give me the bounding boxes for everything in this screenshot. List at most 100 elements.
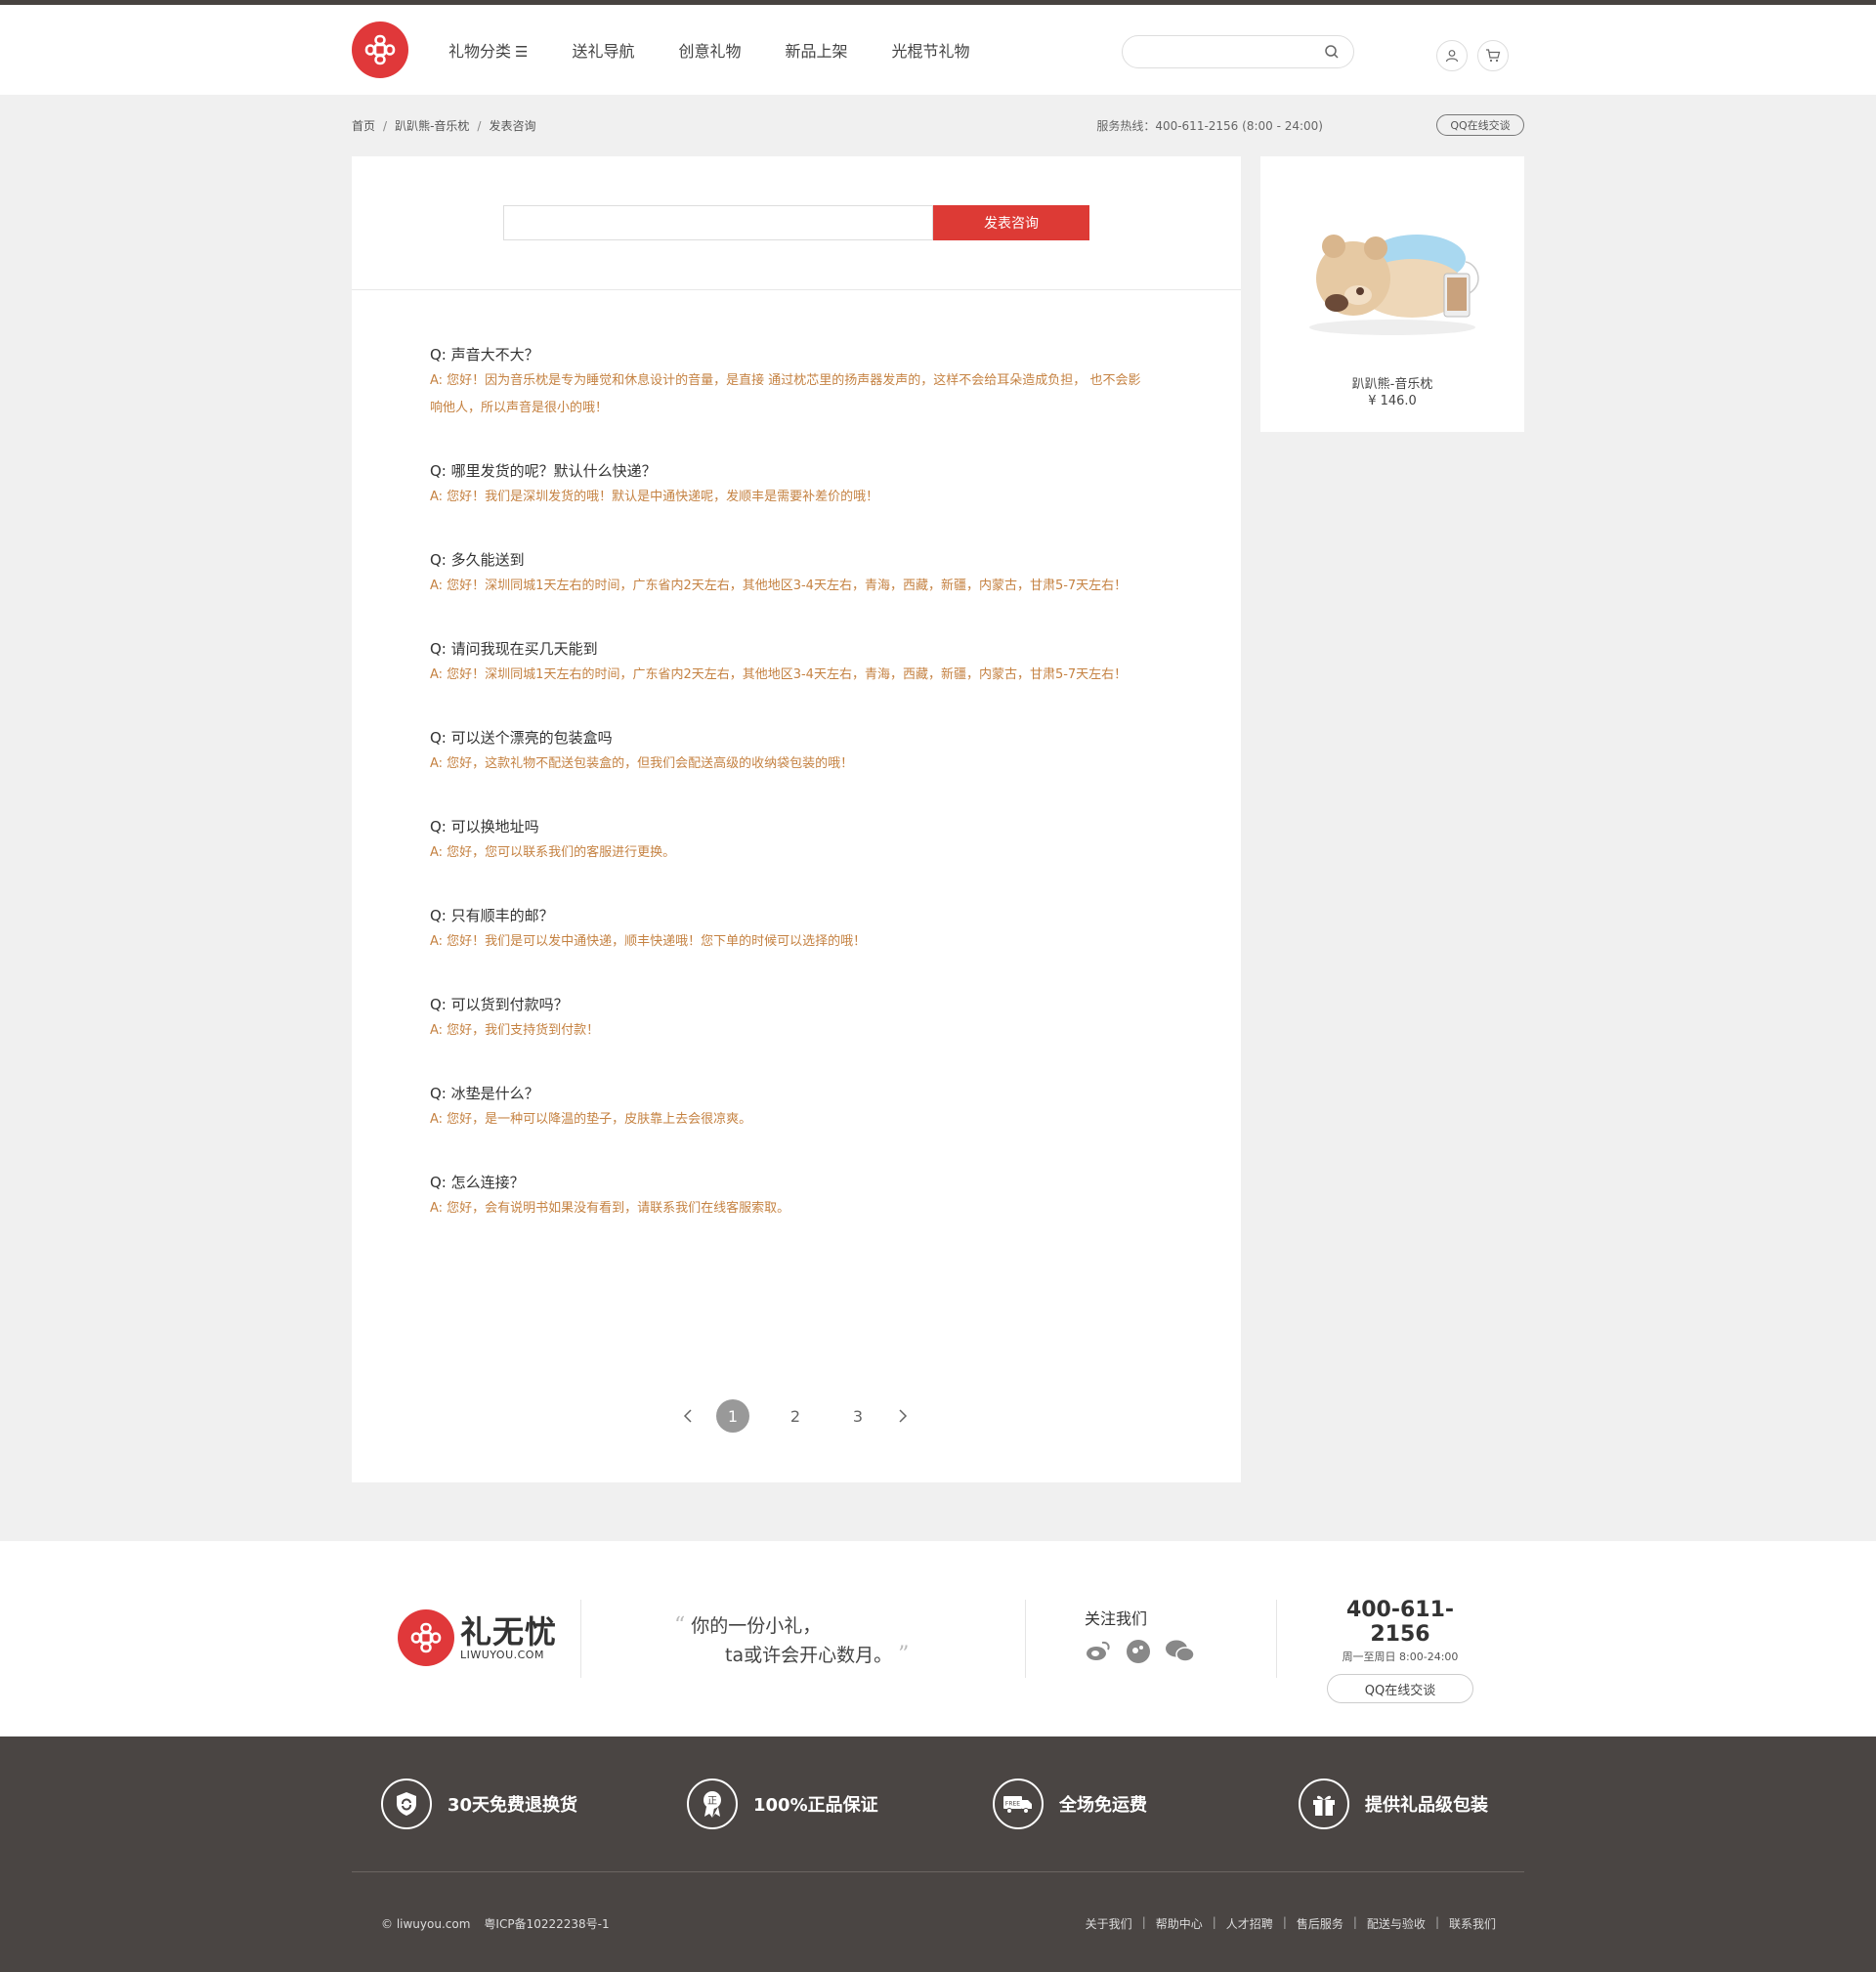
ask-form: 发表咨询 [352, 156, 1241, 290]
nav-creative-gifts[interactable]: 创意礼物 [678, 38, 741, 62]
product-image[interactable] [1300, 205, 1485, 342]
question-text: Q: 只有顺丰的邮？ [430, 907, 554, 924]
guarantee-free-returns: 30天免费退换货 [381, 1779, 577, 1829]
page-1-button[interactable]: 1 [716, 1399, 749, 1433]
qq-icon[interactable] [1126, 1639, 1151, 1668]
question-text: Q: 可以货到付款吗？ [430, 996, 569, 1013]
answer-text: A: 您好！我们是可以发中通快递，顺丰快递哦！您下单的时候可以选择的哦！ [430, 934, 867, 949]
guarantee-authentic: 正 100%正品保证 [687, 1779, 878, 1829]
link-separator: | [1434, 1915, 1439, 1929]
footer-link-help[interactable]: 帮助中心 [1156, 1915, 1203, 1932]
answer-text: A: 您好，会有说明书如果没有看到，请联系我们在线客服索取。 [430, 1201, 790, 1216]
link-separator: | [1352, 1915, 1357, 1929]
wechat-icon[interactable] [1165, 1639, 1196, 1668]
footer-divider [1276, 1600, 1277, 1678]
follow-title: 关注我们 [1085, 1609, 1148, 1628]
footer-links: 关于我们 | 帮助中心 | 人才招聘 | 售后服务 | 配送与验收 | 联系我们 [1086, 1915, 1496, 1932]
shield-icon [381, 1779, 432, 1829]
search-input[interactable] [1136, 36, 1322, 67]
contact-block: 400-611-2156 周一至周日 8:00-24:00 QQ在线交谈 [1327, 1598, 1473, 1703]
copyright-text: © liwuyou.com [381, 1917, 471, 1931]
nav-gift-guide[interactable]: 送礼导航 [572, 38, 634, 62]
search-icon[interactable] [1324, 44, 1340, 64]
answer-text: A: 您好，这款礼物不配送包装盒的，但我们会配送高级的收纳袋包装的哦！ [430, 756, 854, 771]
footer-info: 礼无忧 LIWUYOU.COM “ 你的一份小礼， ta或许会开心数月。 ” 关… [0, 1541, 1876, 1736]
main-nav: 礼物分类 ☰ 送礼导航 创意礼物 新品上架 光棍节礼物 [448, 38, 1014, 62]
site-header: 礼物分类 ☰ 送礼导航 创意礼物 新品上架 光棍节礼物 [0, 5, 1876, 95]
product-card[interactable]: 趴趴熊-音乐枕 ¥ 146.0 [1260, 156, 1524, 432]
answer-text: A: 您好，您可以联系我们的客服进行更换。 [430, 845, 676, 860]
prev-page-icon[interactable] [674, 1399, 702, 1433]
qa-item: Q: 只有顺丰的邮？ A: 您好！我们是可以发中通快递，顺丰快递哦！您下单的时候可… [430, 906, 1153, 956]
answer-text: A: 您好，我们支持货到付款！ [430, 1023, 600, 1038]
question-input[interactable] [503, 205, 933, 240]
svg-text:FREE: FREE [1005, 1801, 1020, 1808]
answer-text: A: 您好！因为音乐枕是专为睡觉和休息设计的音量，是直接 通过枕芯里的扬声器发声… [430, 373, 1141, 415]
search-box [1122, 35, 1354, 68]
question-text: Q: 可以换地址吗 [430, 818, 539, 836]
footer-link-careers[interactable]: 人才招聘 [1226, 1915, 1273, 1932]
truck-icon: FREE [993, 1779, 1044, 1829]
open-quote-icon: “ [674, 1613, 686, 1638]
pagination: 1 2 3 [674, 1399, 917, 1433]
qa-item: Q: 哪里发货的呢？默认什么快递？ A: 您好！我们是深圳发货的哦！默认是中通快递… [430, 461, 1153, 511]
footer-link-after-sales[interactable]: 售后服务 [1297, 1915, 1343, 1932]
question-text: Q: 哪里发货的呢？默认什么快递？ [430, 462, 657, 480]
footer-link-about[interactable]: 关于我们 [1086, 1915, 1132, 1932]
icp-number[interactable]: 粤ICP备10222238号-1 [484, 1917, 609, 1931]
qa-item: Q: 请问我现在买几天能到 A: 您好！深圳同城1天左右的时间，广东省内2天左右，… [430, 639, 1153, 689]
nav-gift-categories[interactable]: 礼物分类 ☰ [448, 38, 528, 62]
nav-singles-day-gifts[interactable]: 光棍节礼物 [892, 38, 970, 62]
page-3-button[interactable]: 3 [841, 1399, 874, 1433]
follow-us: 关注我们 [1085, 1606, 1210, 1668]
close-quote-icon: ” [898, 1643, 910, 1667]
page-2-button[interactable]: 2 [779, 1399, 812, 1433]
link-separator: | [1141, 1915, 1146, 1929]
breadcrumb-current: 发表咨询 [489, 119, 536, 133]
breadcrumb-separator: / [383, 119, 388, 133]
nav-label: 礼物分类 [448, 42, 512, 61]
social-icons [1085, 1639, 1210, 1668]
guarantee-gift-packaging: 提供礼品级包装 [1299, 1779, 1488, 1829]
footer-link-delivery[interactable]: 配送与验收 [1367, 1915, 1426, 1932]
question-text: Q: 多久能送到 [430, 551, 525, 569]
qq-chat-button-small[interactable]: QQ在线交谈 [1436, 114, 1524, 136]
cart-icon[interactable] [1477, 40, 1509, 71]
footer-guarantees: 30天免费退换货 正 100%正品保证 FREE 全场免运费 提供礼品级包装 ©… [0, 1736, 1876, 1972]
weibo-icon[interactable] [1085, 1639, 1112, 1668]
question-text: Q: 可以送个漂亮的包装盒吗 [430, 729, 613, 747]
menu-icon: ☰ [515, 43, 529, 61]
next-page-icon[interactable] [889, 1399, 917, 1433]
qq-chat-button[interactable]: QQ在线交谈 [1327, 1674, 1473, 1703]
link-separator: | [1212, 1915, 1216, 1929]
qa-item: Q: 声音大不大？ A: 您好！因为音乐枕是专为睡觉和休息设计的音量，是直接 通过… [430, 345, 1153, 422]
breadcrumb-home[interactable]: 首页 [352, 119, 375, 133]
question-text: Q: 怎么连接？ [430, 1174, 525, 1191]
product-name[interactable]: 趴趴熊-音乐枕 [1260, 373, 1524, 392]
copyright: © liwuyou.com 粤ICP备10222238号-1 [381, 1915, 623, 1932]
breadcrumb-product[interactable]: 趴趴熊-音乐枕 [395, 119, 469, 133]
submit-question-button[interactable]: 发表咨询 [933, 205, 1089, 240]
svg-text:正: 正 [707, 1796, 717, 1807]
footer-slogan: “ 你的一份小礼， ta或许会开心数月。 ” [674, 1611, 909, 1670]
guarantee-label: 提供礼品级包装 [1365, 1795, 1488, 1816]
qa-item: Q: 可以送个漂亮的包装盒吗 A: 您好，这款礼物不配送包装盒的，但我们会配送高级… [430, 728, 1153, 778]
guarantee-free-shipping: FREE 全场免运费 [993, 1779, 1147, 1829]
nav-new-arrivals[interactable]: 新品上架 [786, 38, 848, 62]
footer-link-contact[interactable]: 联系我们 [1449, 1915, 1496, 1932]
qa-item: Q: 怎么连接？ A: 您好，会有说明书如果没有看到，请联系我们在线客服索取。 [430, 1173, 1153, 1222]
site-logo[interactable] [352, 21, 408, 78]
badge-icon: 正 [687, 1779, 738, 1829]
qa-list: Q: 声音大不大？ A: 您好！因为音乐枕是专为睡觉和休息设计的音量，是直接 通过… [430, 345, 1153, 1262]
service-hotline: 服务热线：400-611-2156 (8:00 - 24:00) [1096, 119, 1323, 133]
footer-divider [1025, 1600, 1026, 1678]
breadcrumb-separator: / [477, 119, 482, 133]
qa-item: Q: 多久能送到 A: 您好！深圳同城1天左右的时间，广东省内2天左右，其他地区3… [430, 550, 1153, 600]
guarantee-label: 100%正品保证 [753, 1795, 878, 1816]
phone-number: 400-611-2156 [1345, 1598, 1455, 1647]
link-separator: | [1282, 1915, 1287, 1929]
product-price: ¥ 146.0 [1368, 394, 1417, 408]
gift-icon [1299, 1779, 1349, 1829]
guarantee-label: 全场免运费 [1059, 1795, 1147, 1816]
user-icon[interactable] [1436, 40, 1468, 71]
